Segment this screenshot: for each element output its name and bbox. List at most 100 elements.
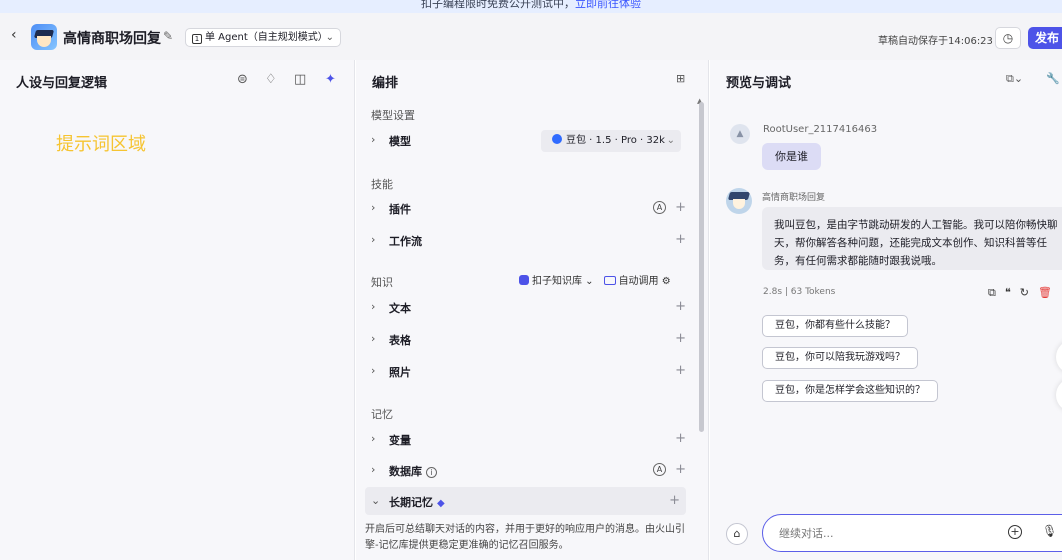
persona-panel-title: 人设与回复逻辑 — [16, 76, 108, 91]
text-row[interactable]: › 文本 + — [371, 297, 689, 319]
app-avatar — [31, 24, 57, 50]
chevron-right-icon: › — [371, 432, 376, 445]
add-plugin-icon[interactable]: + — [675, 200, 686, 215]
chevron-down-icon: ⌄ — [325, 32, 334, 43]
grid-icon[interactable]: ⊞ — [676, 72, 685, 85]
add-text-icon[interactable]: + — [675, 299, 686, 314]
persona-panel: 人设与回复逻辑 ⊜ ♢ ◫ ✦ 提示词区域 — [0, 60, 355, 560]
variable-row-label: 变量 — [389, 434, 411, 447]
banner-link[interactable]: 立即前往体验 — [575, 0, 641, 10]
auto-mode-icon[interactable]: A — [653, 463, 666, 476]
refresh-icon[interactable]: ↻ — [1020, 286, 1029, 299]
plugins-row[interactable]: › 插件 A + — [371, 198, 689, 220]
publish-button[interactable]: 发布 — [1028, 27, 1062, 49]
database-row[interactable]: › 数据库 i A + — [371, 460, 689, 482]
text-row-label: 文本 — [389, 302, 411, 315]
chevron-right-icon: › — [371, 463, 376, 476]
message-actions: ⧉ ❝ ↻ 🗑 — [988, 286, 1061, 300]
variable-row[interactable]: › 变量 + — [371, 429, 689, 451]
add-table-icon[interactable]: + — [675, 331, 686, 346]
wrench-icon[interactable]: 🔧 — [1046, 72, 1060, 85]
add-variable-icon[interactable]: + — [675, 431, 686, 446]
model-section-label: 模型设置 — [371, 109, 415, 122]
long-term-memory-text: 长期记忆 — [389, 496, 433, 509]
chevron-right-icon: › — [371, 300, 376, 313]
kb-call-mode-label: 自动调用 — [618, 276, 659, 287]
info-icon[interactable]: i — [426, 467, 437, 478]
clear-history-button[interactable]: ⌂ — [726, 523, 748, 545]
chevron-right-icon: › — [371, 233, 376, 246]
preview-panel-title: 预览与调试 — [726, 76, 792, 91]
agent-mode-label: 单 Agent（自主规划模式） — [205, 32, 328, 43]
workflow-row-label: 工作流 — [389, 235, 422, 248]
long-term-memory-label: 长期记忆 ◆ — [389, 494, 445, 510]
auto-mode-icon[interactable]: A — [653, 201, 666, 214]
delete-icon[interactable]: 🗑 — [1038, 286, 1052, 299]
long-term-memory-row[interactable]: ⌄ 长期记忆 ◆ + — [365, 487, 686, 515]
top-bar: ‹ 高情商职场回复 ✎ 1单 Agent（自主规划模式） ⌄ 草稿自动保存于14… — [0, 13, 1062, 60]
back-icon[interactable]: ‹ — [11, 27, 17, 43]
model-value: 豆包 · 1.5 · Pro · 32k — [566, 135, 665, 146]
kb-source-label: 扣子知识库 — [532, 276, 582, 287]
suggestion-chip[interactable]: 豆包，你都有些什么技能？ — [762, 315, 908, 337]
agent-mode-select[interactable]: 1单 Agent（自主规划模式） ⌄ — [185, 28, 341, 47]
copy-icon[interactable]: ⧉ — [988, 286, 996, 299]
optimize-icon[interactable]: ✦ — [325, 72, 336, 87]
agent-mode-icon: 1 — [192, 34, 202, 44]
plugins-row-label: 插件 — [389, 203, 411, 216]
history-button[interactable]: ◷ — [995, 27, 1021, 49]
model-select[interactable]: 豆包 · 1.5 · Pro · 32k ⌄ — [541, 130, 681, 152]
app-title: 高情商职场回复 — [63, 31, 161, 47]
memory-section-label: 记忆 — [371, 408, 393, 421]
template-icon[interactable]: ⊜ — [237, 72, 248, 87]
knowledge-base-icon — [519, 275, 529, 285]
bot-avatar — [726, 188, 752, 214]
database-label-text: 数据库 — [389, 465, 422, 478]
add-database-icon[interactable]: + — [675, 462, 686, 477]
banner-text: 扣子编程限时免费公开测试中， — [421, 0, 575, 10]
bot-message: 我叫豆包，是由字节跳动研发的人工智能。我可以陪你畅快聊天，帮你解答各种问题，还能… — [762, 207, 1062, 270]
chevron-down-icon: ⌄ — [371, 494, 381, 507]
bot-name: 高情商职场回复 — [762, 193, 826, 203]
quote-icon[interactable]: ❝ — [1005, 286, 1011, 299]
long-term-memory-description: 开启后可总结聊天对话的内容，并用于更好的响应用户的消息。由火山引擎-记忆库提供更… — [365, 524, 685, 551]
edit-icon[interactable]: ✎ — [163, 29, 173, 43]
prompt-area-hint[interactable]: 提示词区域 — [56, 130, 146, 156]
chevron-right-icon: › — [371, 332, 376, 345]
add-attachment-icon[interactable]: + — [1008, 525, 1022, 539]
user-avatar: ▲ — [730, 124, 750, 144]
debug-view-icon[interactable]: ⧉⌄ — [1006, 72, 1023, 86]
history-icon: ◷ — [1002, 31, 1014, 45]
layout-icon[interactable]: ◫ — [294, 72, 306, 87]
microphone-icon[interactable]: 🎙 — [1042, 524, 1057, 538]
orchestration-panel: 编排 ⊞ ▲ 模型设置 › 模型 豆包 · 1.5 · Pro · 32k ⌄ … — [356, 60, 709, 560]
side-panel-tab[interactable] — [1056, 378, 1062, 412]
add-photo-icon[interactable]: + — [675, 363, 686, 378]
premium-diamond-icon: ◆ — [437, 498, 445, 509]
chevron-down-icon: ⌄ — [666, 135, 675, 146]
chevron-right-icon: › — [371, 133, 376, 146]
response-meta: 2.8s | 63 Tokens — [763, 287, 836, 297]
chevron-right-icon: › — [371, 201, 376, 214]
bulb-icon[interactable]: ♢ — [265, 72, 277, 87]
table-row[interactable]: › 表格 + — [371, 329, 689, 351]
auto-call-icon — [603, 276, 616, 285]
add-workflow-icon[interactable]: + — [675, 232, 686, 247]
skills-section-label: 技能 — [371, 178, 393, 191]
side-panel-tab[interactable] — [1056, 340, 1062, 374]
suggestion-chip[interactable]: 豆包，你可以陪我玩游戏吗？ — [762, 347, 918, 369]
workflow-row[interactable]: › 工作流 + — [371, 230, 689, 252]
add-memory-icon[interactable]: + — [669, 493, 680, 508]
settings-icon[interactable]: ⚙ — [662, 276, 671, 287]
orchestration-panel-title: 编排 — [372, 76, 399, 91]
user-name: RootUser_2117416463 — [763, 124, 878, 135]
model-row-label: 模型 — [389, 135, 411, 148]
database-row-label: 数据库 i — [389, 463, 437, 479]
knowledge-source-select[interactable]: 扣子知识库 ⌄ 自动调用 ⚙ — [519, 272, 671, 287]
promo-banner: 扣子编程限时免费公开测试中，立即前往体验 — [0, 0, 1062, 13]
photo-row[interactable]: › 照片 + — [371, 361, 689, 383]
scrollbar[interactable] — [699, 102, 704, 432]
doubao-logo-icon — [552, 134, 562, 144]
autosave-status: 草稿自动保存于14:06:23 — [878, 36, 993, 47]
suggestion-chip[interactable]: 豆包，你是怎样学会这些知识的？ — [762, 380, 938, 402]
